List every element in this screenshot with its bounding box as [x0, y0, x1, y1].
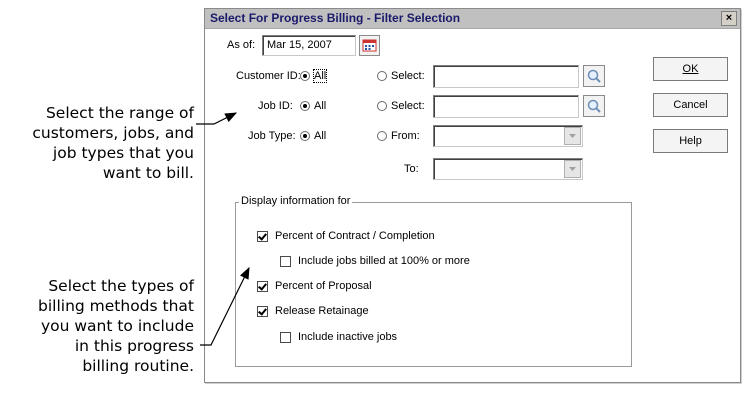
- callout-line: customers, jobs, and: [32, 124, 194, 142]
- help-button[interactable]: Help: [653, 129, 728, 153]
- callout-range-text: Select the range of customers, jobs, and…: [0, 103, 194, 183]
- job-lookup-button[interactable]: [583, 95, 605, 117]
- job-id-input[interactable]: [433, 95, 579, 118]
- jobtype-all-label: All: [314, 130, 327, 142]
- callout-line: billing methods that: [38, 297, 194, 315]
- percent-contract-checkbox[interactable]: [257, 231, 268, 242]
- callout-methods-text: Select the types of billing methods that…: [0, 276, 194, 376]
- jobtype-to-dropdown-button[interactable]: [564, 160, 581, 178]
- jobtype-from-radio[interactable]: [377, 131, 387, 141]
- callout-line: in this progress: [74, 337, 194, 355]
- as-of-label: As of:: [227, 39, 256, 51]
- percent-proposal-checkbox[interactable]: [257, 281, 268, 292]
- search-icon: [587, 99, 601, 113]
- help-button-label: Help: [679, 135, 702, 147]
- include-inactive-label: Include inactive jobs: [298, 331, 398, 343]
- callout-line: Select the types of: [48, 277, 194, 295]
- job-select-radio[interactable]: [377, 101, 387, 111]
- jobtype-all-radio[interactable]: [300, 131, 310, 141]
- jobtype-from-dropdown-button[interactable]: [564, 127, 581, 145]
- job-all-label: All: [314, 100, 327, 112]
- callout-line: Select the range of: [45, 104, 194, 122]
- job-type-label: Job Type:: [248, 130, 296, 142]
- include-inactive-checkbox[interactable]: [280, 332, 291, 343]
- calendar-button[interactable]: [359, 35, 380, 56]
- include-100-checkbox[interactable]: [280, 256, 291, 267]
- dialog-title: Select For Progress Billing - Filter Sel…: [210, 11, 461, 25]
- job-id-label: Job ID:: [258, 100, 293, 112]
- customer-id-label: Customer ID:: [236, 70, 301, 82]
- callout-line: billing routine.: [82, 357, 194, 375]
- cancel-button-label: Cancel: [673, 99, 708, 111]
- title-bar: Select For Progress Billing - Filter Sel…: [205, 9, 740, 29]
- jobtype-from-select[interactable]: [433, 125, 583, 147]
- jobtype-from-label: From:: [391, 130, 420, 142]
- customer-select-radio[interactable]: [377, 71, 387, 81]
- customer-lookup-button[interactable]: [583, 65, 605, 87]
- callout-line: you want to include: [40, 317, 194, 335]
- job-select-label: Select:: [391, 100, 425, 112]
- to-label: To:: [404, 163, 419, 175]
- customer-id-input[interactable]: [433, 65, 579, 88]
- ok-button-label: OK: [682, 63, 699, 75]
- percent-proposal-label: Percent of Proposal: [275, 280, 372, 292]
- jobtype-to-select[interactable]: [433, 158, 583, 180]
- callout-line: job types that you: [52, 144, 194, 162]
- ok-button[interactable]: OK: [653, 57, 728, 81]
- calendar-icon: [362, 39, 377, 52]
- customer-all-label: All: [312, 69, 328, 83]
- chevron-down-icon: [569, 134, 576, 138]
- include-100-label: Include jobs billed at 100% or more: [298, 255, 470, 267]
- close-button[interactable]: ×: [721, 11, 737, 26]
- release-retainage-label: Release Retainage: [275, 305, 369, 317]
- customer-select-label: Select:: [391, 70, 425, 82]
- search-icon: [587, 69, 601, 83]
- filter-selection-dialog: Select For Progress Billing - Filter Sel…: [204, 8, 741, 383]
- group-label: Display information for: [239, 195, 353, 207]
- cancel-button[interactable]: Cancel: [653, 93, 728, 117]
- customer-all-radio[interactable]: [300, 71, 310, 81]
- chevron-down-icon: [569, 167, 576, 171]
- callout-line: want to bill.: [102, 164, 194, 182]
- as-of-date-field[interactable]: Mar 15, 2007: [262, 35, 356, 56]
- job-all-radio[interactable]: [300, 101, 310, 111]
- release-retainage-checkbox[interactable]: [257, 306, 268, 317]
- percent-contract-label: Percent of Contract / Completion: [275, 230, 435, 242]
